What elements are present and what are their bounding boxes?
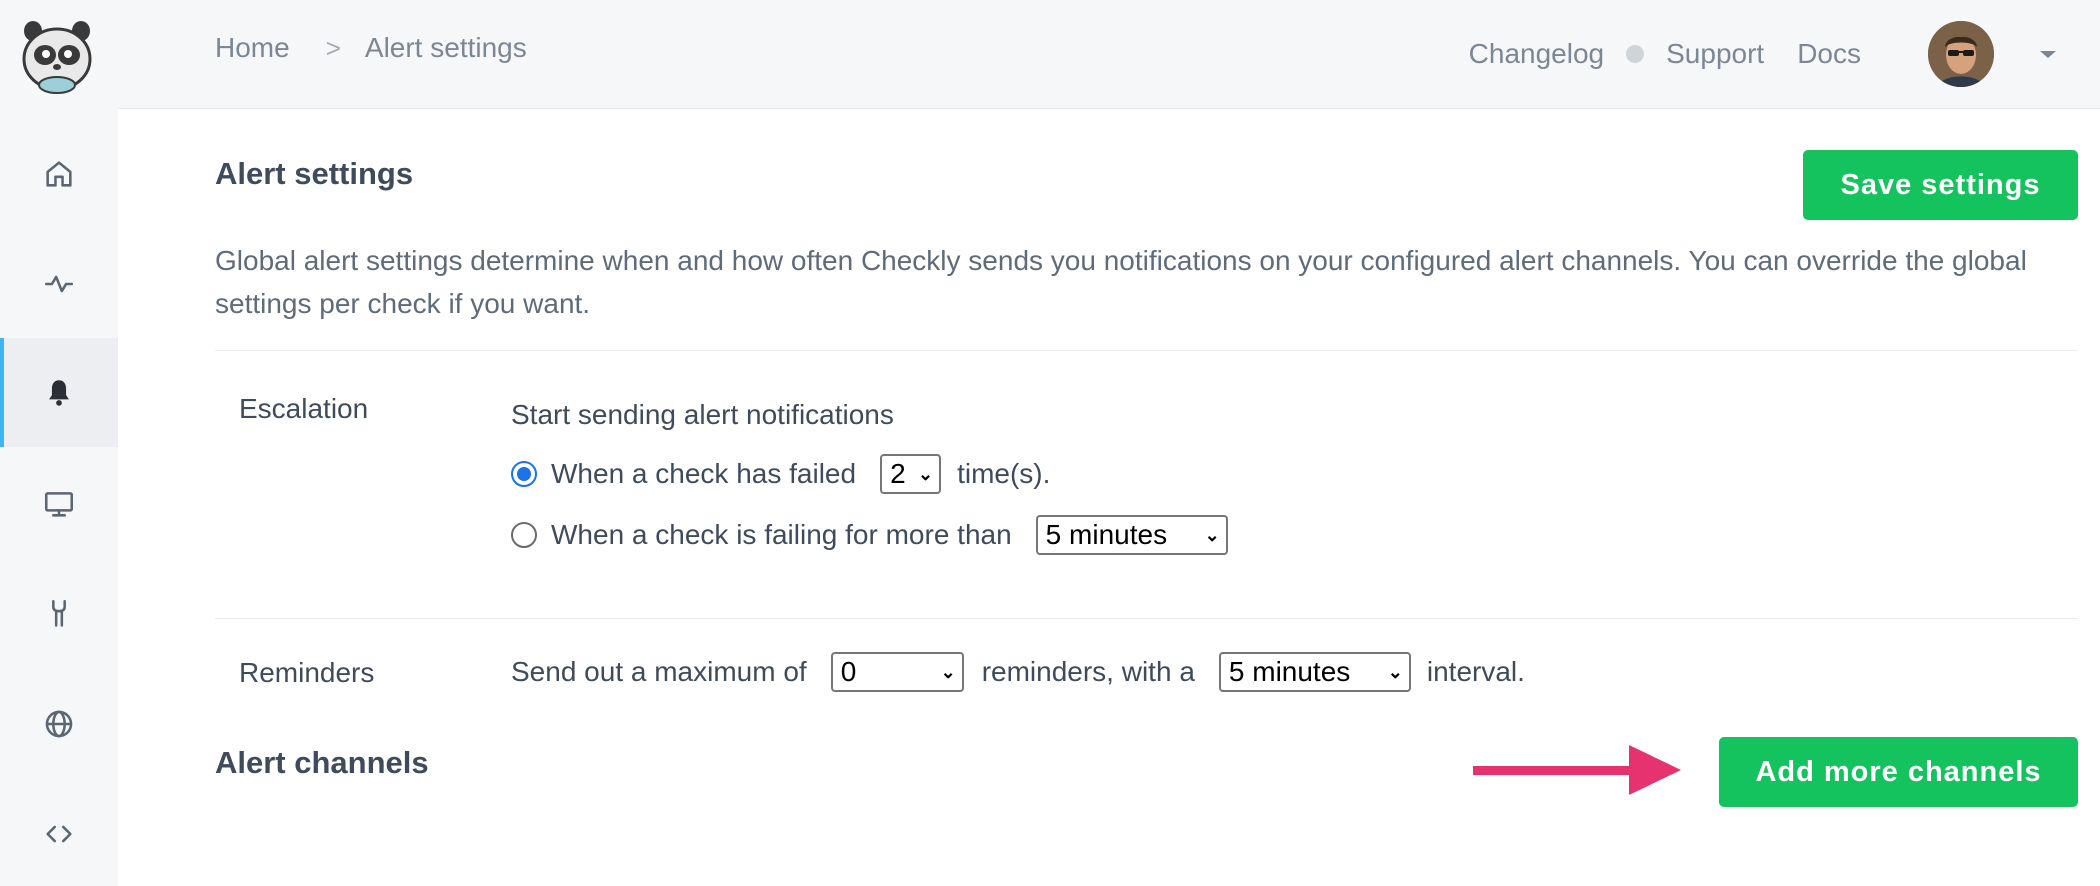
sidebar-item-locations[interactable] [0,669,118,778]
failed-count-text: When a check has failed [551,458,857,489]
user-menu-chevron-down-icon[interactable] [2040,50,2056,58]
chevron-down-icon: ⌄ [1204,524,1220,545]
chevron-down-icon: ⌄ [1387,661,1403,682]
status-dot-icon[interactable] [1626,45,1645,63]
failed-count-suffix: time(s). [957,458,1051,489]
home-icon [46,160,72,187]
reminders-middle: reminders, with a [981,656,1195,687]
breadcrumb-home-link[interactable]: Home [215,32,290,64]
reminders-suffix: interval. [1426,656,1525,687]
globe-icon [45,710,73,737]
reminders-section: Reminders Send out a maximum of 0 ⌄ remi… [215,619,2077,729]
alert-channels-title: Alert channels [215,745,429,780]
sidebar-item-alerts[interactable] [0,338,118,447]
breadcrumb-separator-icon: > [325,32,341,63]
chevron-down-icon: ⌄ [917,463,934,484]
failed-count-radio[interactable] [511,461,537,487]
top-header: Home > Alert settings Changelog Support … [118,0,2100,109]
monitor-icon [44,491,74,517]
code-icon [46,825,72,842]
header-links: Changelog Support Docs [1469,21,2100,87]
reminder-interval-value: 5 minutes [1228,656,1351,687]
reminders-label: Reminders [239,657,375,688]
app: Home > Alert settings Changelog Support … [0,0,2100,886]
breadcrumb-current: Alert settings [364,32,527,63]
escalation-option-failing: When a check is failing for more than 5 … [511,515,1228,555]
reminders-prefix: Send out a maximum of [511,656,807,687]
activity-icon [44,275,74,292]
failed-count-value: 2 [890,458,906,489]
page-title: Alert settings [215,156,414,191]
escalation-option-failed: When a check has failed 2 ⌄ time(s). [511,454,1050,494]
page-description: Global alert settings determine when and… [215,245,2027,319]
save-settings-button[interactable]: Save settings [1803,150,2078,220]
sidebar-item-home[interactable] [0,119,118,228]
failing-duration-value: 5 minutes [1045,519,1168,550]
escalation-label: Escalation [239,393,369,424]
add-more-channels-button[interactable]: Add more channels [1719,737,2078,807]
failing-duration-text: When a check is failing for more than [551,519,1012,550]
sidebar-item-dashboards[interactable] [0,449,118,558]
docs-link[interactable]: Docs [1797,38,1861,70]
failed-count-select[interactable]: 2 ⌄ [880,454,942,494]
breadcrumb: Home > Alert settings [215,32,527,64]
changelog-link[interactable]: Changelog [1469,38,1604,70]
sidebar-item-maintenance[interactable] [0,559,118,668]
arrow-right-icon [1473,745,1681,795]
reminder-count-select[interactable]: 0 ⌄ [830,652,964,692]
reminder-count-value: 0 [840,656,857,687]
bell-icon [49,379,69,406]
main-content: Alert settings Save settings Global aler… [215,109,2078,859]
escalation-heading: Start sending alert notifications [511,399,894,430]
chevron-down-icon: ⌄ [940,661,956,682]
failing-duration-radio[interactable] [511,522,537,548]
user-avatar[interactable] [1928,21,1994,87]
raccoon-logo[interactable] [19,19,95,95]
reminders-line: Send out a maximum of 0 ⌄ reminders, wit… [511,652,1525,692]
sidebar [0,0,118,886]
sidebar-item-checks[interactable] [0,229,118,338]
title-row: Alert settings Save settings [215,109,2078,239]
tools-icon [52,599,66,627]
reminder-interval-select[interactable]: 5 minutes ⌄ [1218,652,1411,692]
alert-channels-header: Alert channels Add more channels [215,729,2078,859]
failing-duration-select[interactable]: 5 minutes ⌄ [1035,515,1228,555]
escalation-section: Escalation Start sending alert notificat… [215,351,2077,618]
support-link[interactable]: Support [1666,38,1764,70]
sidebar-item-api[interactable] [0,779,118,886]
